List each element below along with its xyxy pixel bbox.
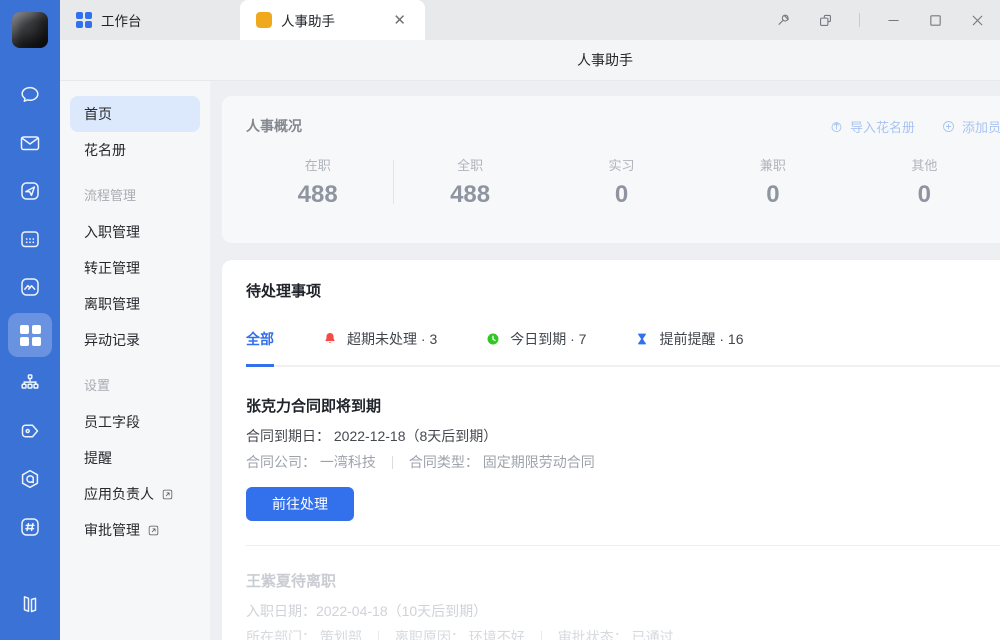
pin-icon[interactable] <box>775 12 792 29</box>
pending-items-card: 待处理事项 全部 超期未处理 · 3 今日到期 · 7 提前提醒 · 16 <box>222 260 1000 640</box>
headcount-stats: 在职 488 全职 488 实习 0 兼职 0 其他 0 <box>222 155 1000 209</box>
gallery-icon[interactable] <box>6 263 54 311</box>
stat-parttime: 兼职 0 <box>697 155 848 209</box>
chat-icon[interactable] <box>6 71 54 119</box>
minimize-icon[interactable] <box>885 12 902 29</box>
hr-app-icon <box>256 12 272 28</box>
tab-label: 人事助手 <box>281 10 335 30</box>
nav-item-roster[interactable]: 花名册 <box>70 132 200 168</box>
field-divider <box>541 631 542 640</box>
tag-icon[interactable] <box>6 407 54 455</box>
upload-circle-icon <box>829 119 844 134</box>
pending-item: 张克力合同即将到期 合同到期日： 2022-12-18（8天后到期） 合同公司：… <box>246 395 1000 521</box>
nav-section-settings: 设置 <box>60 368 210 404</box>
tab-label: 工作台 <box>101 10 142 30</box>
plus-circle-icon <box>941 119 956 134</box>
apps-box-icon[interactable] <box>6 455 54 503</box>
nav-item-transfer-records[interactable]: 异动记录 <box>70 322 200 358</box>
main-content: 人事概况 导入花名册 添加员工 在职 488 <box>210 81 1000 640</box>
page-title: 人事助手 <box>577 50 633 70</box>
app-rail <box>0 0 60 640</box>
go-handle-button[interactable]: 前往处理 <box>246 487 354 521</box>
separate-window-icon[interactable] <box>817 12 834 29</box>
maximize-icon[interactable] <box>927 12 944 29</box>
field-divider <box>378 631 379 640</box>
stat-fulltime: 全职 488 <box>394 155 545 209</box>
library-icon[interactable] <box>0 580 60 628</box>
field-divider <box>392 456 393 469</box>
avatar[interactable] <box>12 12 48 48</box>
nav-item-employee-fields[interactable]: 员工字段 <box>70 404 200 440</box>
filter-tab-due-today[interactable]: 今日到期 · 7 <box>485 329 586 367</box>
close-tab-icon[interactable]: ✕ <box>390 10 409 31</box>
pending-item-title: 张克力合同即将到期 <box>246 395 1000 416</box>
item-divider <box>246 545 1000 546</box>
page-header: 人事助手 <box>60 40 1000 81</box>
filter-tab-all[interactable]: 全部 <box>246 329 274 367</box>
add-employee-link[interactable]: 添加员工 <box>941 117 1000 136</box>
docs-icon[interactable] <box>6 167 54 215</box>
stat-other: 其他 0 <box>849 155 1000 209</box>
bell-icon <box>322 331 338 347</box>
nav-item-offboarding[interactable]: 离职管理 <box>70 286 200 322</box>
filter-tab-overdue[interactable]: 超期未处理 · 3 <box>322 329 437 367</box>
workbench-tab-icon <box>76 12 92 28</box>
calendar-icon[interactable] <box>6 215 54 263</box>
topics-icon[interactable] <box>6 503 54 551</box>
nav-item-regularization[interactable]: 转正管理 <box>70 250 200 286</box>
stat-active: 在职 488 <box>242 155 393 209</box>
nav-item-onboarding[interactable]: 入职管理 <box>70 214 200 250</box>
nav-item-approval[interactable]: 审批管理 <box>70 512 200 548</box>
nav-item-home[interactable]: 首页 <box>70 96 200 132</box>
pending-item-due-date: 合同到期日： 2022-12-18（8天后到期） <box>246 426 1000 446</box>
filter-tab-early-reminder[interactable]: 提前提醒 · 16 <box>634 329 743 367</box>
tab-hr-assistant[interactable]: 人事助手 ✕ <box>240 0 425 40</box>
contacts-icon[interactable] <box>6 359 54 407</box>
external-link-icon <box>161 478 174 514</box>
window-controls <box>775 0 1000 40</box>
pending-item-meta: 合同公司： 一湾科技 合同类型： 固定期限劳动合同 <box>246 452 1000 472</box>
pending-item-title: 王紫夏待离职 <box>246 570 1000 591</box>
close-icon[interactable] <box>969 12 986 29</box>
clock-icon <box>485 331 501 347</box>
controls-divider <box>859 13 860 27</box>
nav-section-process: 流程管理 <box>60 178 210 214</box>
tab-bar: 工作台 人事助手 ✕ <box>60 0 1000 40</box>
pending-item-meta: 所在部门： 策划部 离职原因： 环境不好 审批状态： 已通过 <box>246 627 1000 640</box>
pending-item: 王紫夏待离职 入职日期：2022-04-18（10天后到期） 所在部门： 策划部… <box>246 570 1000 640</box>
app-window: 工作台 人事助手 ✕ 人事助手 首页 花名册 流程管理 入职管理 转正管理 离职… <box>0 0 1000 640</box>
hr-overview-card: 人事概况 导入花名册 添加员工 在职 488 <box>222 96 1000 243</box>
stat-intern: 实习 0 <box>546 155 697 209</box>
pending-filter-tabs: 全部 超期未处理 · 3 今日到期 · 7 提前提醒 · 16 <box>246 329 1000 367</box>
mail-icon[interactable] <box>6 119 54 167</box>
tab-workbench[interactable]: 工作台 <box>60 0 240 40</box>
workbench-icon[interactable] <box>8 313 52 357</box>
external-link-icon <box>147 514 160 550</box>
import-roster-link[interactable]: 导入花名册 <box>829 117 915 136</box>
nav-item-app-owner[interactable]: 应用负责人 <box>70 476 200 512</box>
hourglass-icon <box>634 331 650 347</box>
nav-item-reminders[interactable]: 提醒 <box>70 440 200 476</box>
pending-card-title: 待处理事项 <box>246 280 1000 301</box>
nav-sidebar: 首页 花名册 流程管理 入职管理 转正管理 离职管理 异动记录 设置 员工字段 … <box>60 81 210 640</box>
pending-item-due-date: 入职日期：2022-04-18（10天后到期） <box>246 601 1000 621</box>
overview-title: 人事概况 <box>246 116 302 136</box>
